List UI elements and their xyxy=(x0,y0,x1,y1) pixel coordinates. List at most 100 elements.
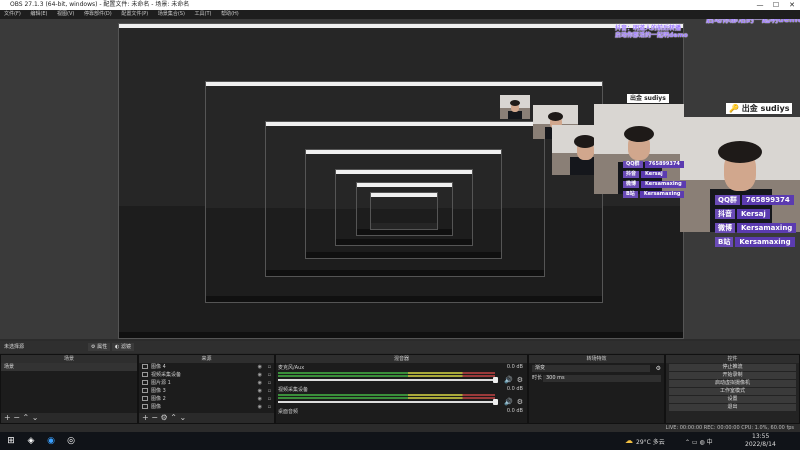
maximize-button[interactable]: ☐ xyxy=(768,0,784,10)
social-qq: QQ群 765899374 xyxy=(715,195,794,205)
obs-icon[interactable]: ◎ xyxy=(65,435,77,447)
remove-icon[interactable]: − xyxy=(151,413,158,422)
remove-icon[interactable]: − xyxy=(13,413,20,422)
duration-input[interactable]: 300 ms xyxy=(543,375,661,382)
eye-icon: ◉ xyxy=(257,396,262,402)
clock-time[interactable]: 13:55 xyxy=(752,433,769,440)
source-item[interactable]: 图片源 1 ◉ ▫ xyxy=(139,379,274,387)
move-up-icon[interactable]: ⌃ xyxy=(170,413,177,422)
gear-icon[interactable]: ⚙ xyxy=(517,398,523,406)
edge-icon[interactable]: ◉ xyxy=(45,435,57,447)
weather-icon: ☁ xyxy=(625,436,633,445)
stop-stream-button[interactable]: 停止推流 xyxy=(669,364,796,371)
lock-icon: ▫ xyxy=(267,372,271,378)
steam-icon[interactable]: ◈ xyxy=(25,435,37,447)
source-item[interactable]: 图像 3 ◉ ▫ xyxy=(139,387,274,395)
source-item[interactable]: 图像 4 ◉ ▫ xyxy=(139,363,274,371)
source-item[interactable]: 视频采集设备 ◉ ▫ xyxy=(139,371,274,379)
eye-icon: ◉ xyxy=(257,364,262,370)
menu-bar: 文件(F) 编辑(E) 视图(V) 停靠部件(D) 配置文件(P) 场景集合(S… xyxy=(0,10,800,19)
donation-tag-mirror: 出金 sudiys xyxy=(627,94,669,103)
transitions-dock: 转场特效 渐变 ⚙ 时长 300 ms xyxy=(528,354,665,424)
preview-canvas[interactable]: 🔑 出金 sudiys 出金 sudiys 抖音：明道人的前后转播 启动你那活的… xyxy=(0,19,800,339)
sources-dock-footer: + − ⚙ ⌃ ⌄ xyxy=(139,413,274,423)
eye-icon: ◉ xyxy=(257,388,262,394)
lock-icon: ▫ xyxy=(267,404,271,410)
eye-icon: ◉ xyxy=(257,404,262,410)
source-item[interactable]: 图像 2 ◉ ▫ xyxy=(139,395,274,403)
move-up-icon[interactable]: ⌃ xyxy=(23,413,30,422)
lock-icon: ▫ xyxy=(267,380,271,386)
image-icon xyxy=(142,388,148,393)
move-down-icon[interactable]: ⌄ xyxy=(179,413,186,422)
lock-icon: ▫ xyxy=(267,364,271,370)
social-weibo-mirror: 微博 Kersamaxing xyxy=(623,181,686,188)
social-bilibili: B站 Kersamaxing xyxy=(715,237,795,247)
gear-icon[interactable]: ⚙ xyxy=(517,376,523,384)
close-button[interactable]: ✕ xyxy=(784,0,800,10)
windows-start-icon[interactable]: ⊞ xyxy=(5,435,17,447)
scene-item[interactable]: 场景 xyxy=(1,363,137,371)
key-icon: 🔑 xyxy=(729,104,739,113)
speaker-icon[interactable]: 🔊 xyxy=(504,376,513,384)
settings-button[interactable]: 设置 xyxy=(669,396,796,403)
source-item[interactable]: 图像 ◉ ▫ xyxy=(139,403,274,411)
gear-icon[interactable]: ⚙ xyxy=(161,413,168,422)
banner-mirror-2: 启动你那活的一起明demo xyxy=(615,32,688,39)
status-bar: LIVE: 00:00:00 REC: 00:00:00 CPU: 1.0%, … xyxy=(0,424,800,432)
scenes-dock-title: 场景 xyxy=(1,355,137,363)
gear-icon[interactable]: ⚙ xyxy=(656,365,661,372)
volume-slider[interactable] xyxy=(278,377,498,383)
menu-edit[interactable]: 编辑(E) xyxy=(30,11,47,17)
properties-button[interactable]: ⚙ 属性 xyxy=(88,343,111,351)
image-icon xyxy=(142,364,148,369)
menu-scene-collection[interactable]: 场景集合(S) xyxy=(158,11,185,17)
start-recording-button[interactable]: 开始录制 xyxy=(669,372,796,379)
nested-frame xyxy=(370,192,438,230)
webcam-thumb xyxy=(500,95,530,119)
transitions-dock-title: 转场特效 xyxy=(529,355,664,363)
tray-icons[interactable]: ⌃ ▭ ◍ 中 xyxy=(685,437,713,446)
sources-dock-title: 来源 xyxy=(139,355,274,363)
move-down-icon[interactable]: ⌄ xyxy=(32,413,39,422)
lock-icon: ▫ xyxy=(267,388,271,394)
mixer-dock: 混音器 麦克风/Aux 0.0 dB 🔊 ⚙ 视频采集设备 0.0 dB 🔊 ⚙… xyxy=(275,354,528,424)
filters-button[interactable]: ◐ 滤镜 xyxy=(112,343,134,351)
menu-docks[interactable]: 停靠部件(D) xyxy=(84,11,112,17)
image-icon xyxy=(142,404,148,409)
menu-profile[interactable]: 配置文件(P) xyxy=(121,11,148,17)
add-icon[interactable]: + xyxy=(4,413,11,422)
clock-date[interactable]: 2022/8/14 xyxy=(745,441,776,448)
speaker-icon[interactable]: 🔊 xyxy=(504,398,513,406)
banner-line2: 启动你那活的一起明demo xyxy=(706,19,800,24)
mixer-dock-title: 混音器 xyxy=(276,355,527,363)
menu-file[interactable]: 文件(F) xyxy=(4,11,21,17)
mixer-channel: 视频采集设备 0.0 dB 🔊 ⚙ xyxy=(278,386,523,406)
eye-icon: ◉ xyxy=(257,380,262,386)
sources-dock: 来源 图像 4 ◉ ▫ 视频采集设备 ◉ ▫ 图片源 1 ◉ ▫ 图像 3 ◉ ▫ 图像 2 ◉ ▫… xyxy=(138,354,275,424)
eye-icon: ◉ xyxy=(257,372,262,378)
add-icon[interactable]: + xyxy=(142,413,149,422)
image-icon xyxy=(142,396,148,401)
weather-text: 29°C 多云 xyxy=(636,439,665,446)
title-bar: OBS 27.1.3 (64-bit, windows) - 配置文件: 未命名… xyxy=(0,0,800,10)
minimize-button[interactable]: — xyxy=(752,0,768,10)
menu-tools[interactable]: 工具(T) xyxy=(195,11,212,17)
transition-select[interactable]: 渐变 xyxy=(532,365,650,372)
social-qq-mirror: QQ群 765899374 xyxy=(623,161,684,168)
taskbar: ⊞ ◈ ◉ ◎ ☁ 29°C 多云 ⌃ ▭ ◍ 中 13:55 2022/8/1… xyxy=(0,432,800,450)
studio-mode-button[interactable]: 工作室模式 xyxy=(669,388,796,395)
exit-button[interactable]: 退出 xyxy=(669,404,796,411)
virtual-camera-button[interactable]: 启动虚拟摄像机 xyxy=(669,380,796,387)
menu-help[interactable]: 帮助(H) xyxy=(221,11,239,17)
scenes-dock-footer: + − ⌃ ⌄ xyxy=(1,413,137,423)
controls-dock-title: 控件 xyxy=(666,355,799,363)
scenes-dock: 场景 场景 + − ⌃ ⌄ xyxy=(0,354,138,424)
volume-slider[interactable] xyxy=(278,399,498,405)
lock-icon: ▫ xyxy=(267,396,271,402)
social-weibo: 微博 Kersamaxing xyxy=(715,223,797,233)
source-toolbar: 未选择源 ⚙ 属性 ◐ 滤镜 xyxy=(0,341,800,353)
menu-view[interactable]: 视图(V) xyxy=(57,11,74,17)
donation-tag: 🔑 出金 sudiys xyxy=(726,103,793,114)
camera-icon xyxy=(142,372,148,377)
